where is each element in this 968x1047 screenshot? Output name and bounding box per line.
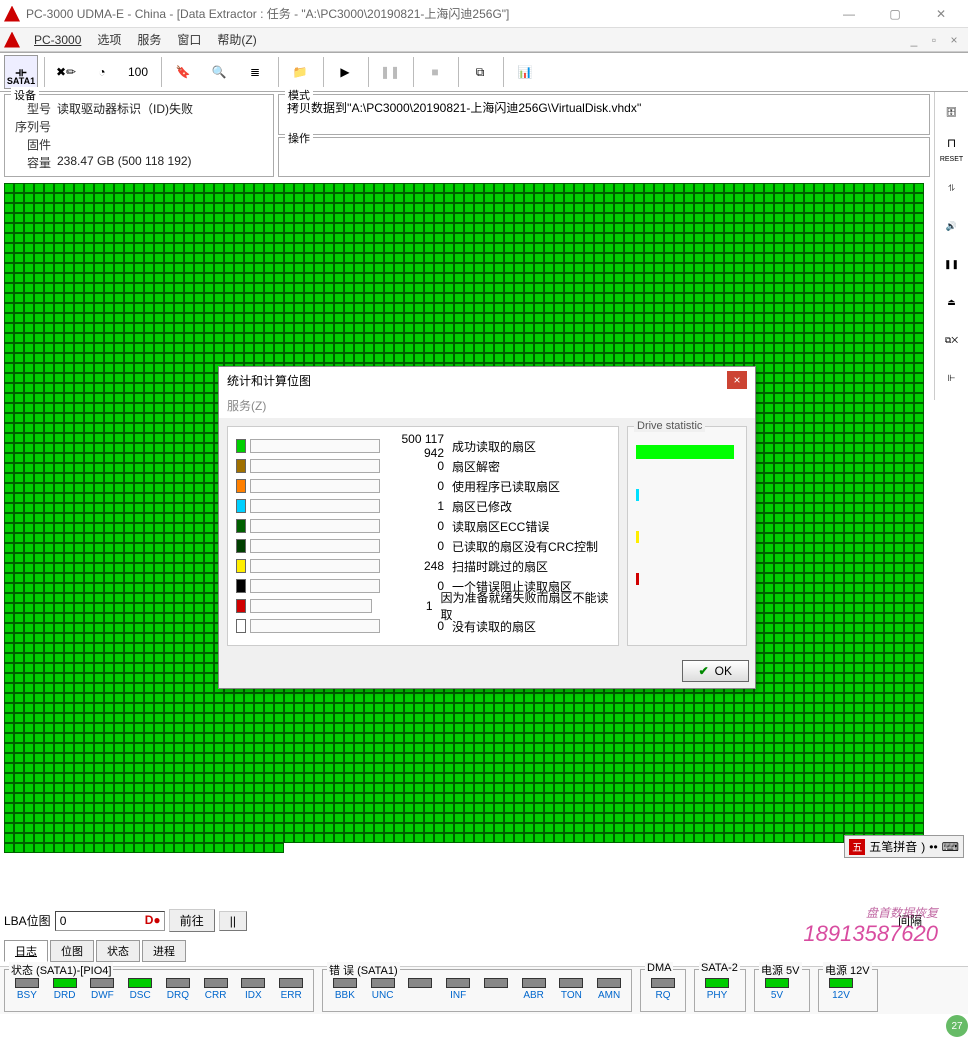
stat-row: 1因为准备就绪失败而扇区不能读取 <box>236 597 610 615</box>
side-eject-icon[interactable]: ⏏ <box>937 286 967 318</box>
ime-keyboard-icon: ⌨ <box>942 840 959 854</box>
ime-text: 五笔拼音 <box>869 838 917 855</box>
side-switch-icon[interactable]: ⥮ <box>937 172 967 204</box>
stat-row: 0扇区解密 <box>236 457 610 475</box>
led-12v <box>829 978 853 988</box>
close-button[interactable]: ✕ <box>918 1 964 27</box>
tool-meter-icon[interactable]: ◔ <box>85 55 119 89</box>
menu-window[interactable]: 窗口 <box>169 31 209 48</box>
stat-row: 0使用程序已读取扇区 <box>236 477 610 495</box>
lba-flag-icon: D● <box>145 913 161 927</box>
stat-row: 1扇区已修改 <box>236 497 610 515</box>
side-sound-icon[interactable]: 🔊 <box>937 210 967 242</box>
led-5v <box>765 978 789 988</box>
tab-bitmap[interactable]: 位图 <box>50 940 94 962</box>
led-rq <box>651 978 675 988</box>
stats-dialog: 统计和计算位图 × 服务(Z) 500 117 942成功读取的扇区 0扇区解密 0… <box>218 366 756 689</box>
side-pause-icon[interactable]: ❚❚ <box>937 248 967 280</box>
maximize-button[interactable]: ▢ <box>872 1 918 27</box>
stat-row: 0已读取的扇区没有CRC控制 <box>236 537 610 555</box>
dialog-stats-list: 500 117 942成功读取的扇区 0扇区解密 0使用程序已读取扇区 1扇区已修改 0… <box>227 426 619 646</box>
status-group-12v: 电源 12V 12V <box>818 969 878 1012</box>
ops-block: 操作 <box>278 137 930 178</box>
tool-sata1[interactable]: ⟛ SATA1 <box>4 55 38 89</box>
check-icon: ✔ <box>699 664 709 678</box>
mdi-close[interactable]: × <box>944 31 964 49</box>
tool-settings-icon[interactable]: ✖✏ <box>49 55 83 89</box>
tab-process[interactable]: 进程 <box>142 940 186 962</box>
dialog-menu[interactable]: 服务(Z) <box>219 393 755 418</box>
dialog-drive-stat: Drive statistic <box>627 426 747 646</box>
device-info: 设备 型号读取驱动器标识（ID)失败 序列号 固件 容量238.47 GB (5… <box>4 94 274 177</box>
side-layers-icon[interactable]: ⧉✕ <box>937 324 967 356</box>
app-icon <box>4 6 20 22</box>
info-panel: 设备 型号读取驱动器标识（ID)失败 序列号 固件 容量238.47 GB (5… <box>0 92 934 179</box>
ime-bar[interactable]: 五 五笔拼音 ) •• ⌨ <box>844 835 964 858</box>
stat-row: 500 117 942成功读取的扇区 <box>236 437 610 455</box>
badge-27: 27 <box>946 1015 968 1037</box>
device-capacity: 238.47 GB (500 118 192) <box>57 154 192 171</box>
tool-stop-icon[interactable]: ■ <box>418 55 452 89</box>
status-group-sata2: SATA-2 PHY <box>694 969 746 1012</box>
menu-service[interactable]: 服务 <box>129 31 169 48</box>
side-disk-icon[interactable]: 🗄 <box>937 96 967 128</box>
tool-chart-icon[interactable]: 📊 <box>508 55 542 89</box>
lba-label: LBA位图 <box>4 912 51 929</box>
goto-button[interactable]: 前往 <box>169 909 215 932</box>
status-group-state: 状态 (SATA1)-[PIO4] BSYDRDDWFDSCDRQCRRIDXE… <box>4 969 314 1012</box>
lba-controls: LBA位图 D● 前往 || 间隔 <box>0 905 934 936</box>
tab-status[interactable]: 状态 <box>96 940 140 962</box>
mdi-restore[interactable]: ▫ <box>924 31 944 49</box>
status-group-error: 错 误 (SATA1) BBKUNCINFABRTONAMN <box>322 969 632 1012</box>
tool-100-icon[interactable]: 100 <box>121 55 155 89</box>
mdi-minimize[interactable]: _ <box>904 31 924 49</box>
dialog-title-bar[interactable]: 统计和计算位图 × <box>219 367 755 393</box>
tool-play-icon[interactable]: ▶ <box>328 55 362 89</box>
mode-block: 模式 拷贝数据到''A:\PC3000\20190821-上海闪迪256G\Vi… <box>278 94 930 135</box>
window-title: PC-3000 UDMA-E - China - [Data Extractor… <box>26 5 826 22</box>
stat-row: 248扫描时跳过的扇区 <box>236 557 610 575</box>
toolbar: ⟛ SATA1 ✖✏ ◔ 100 🔖 🔍 ≣ 📁 ▶ ❚❚ ■ ⧉ 📊 <box>0 52 968 92</box>
mode-text: 拷贝数据到''A:\PC3000\20190821-上海闪迪256G\Virtu… <box>287 101 641 115</box>
right-sidebar: 🗄 ⊓RESET ⥮ 🔊 ❚❚ ⏏ ⧉✕ ⊩ <box>934 92 968 400</box>
menu-options[interactable]: 选项 <box>89 31 129 48</box>
app-icon-small <box>4 32 20 48</box>
side-reset-icon[interactable]: ⊓RESET <box>937 134 967 166</box>
ime-comma-icon: •• <box>929 840 937 854</box>
tool-binoculars-icon[interactable]: 🔍 <box>202 55 236 89</box>
pause-button[interactable]: || <box>219 911 247 931</box>
status-bar: 状态 (SATA1)-[PIO4] BSYDRDDWFDSCDRQCRRIDXE… <box>0 966 968 1014</box>
tool-folder-icon[interactable]: 📁 <box>283 55 317 89</box>
minimize-button[interactable]: — <box>826 1 872 27</box>
ime-icon: 五 <box>849 839 865 855</box>
menu-help[interactable]: 帮助(Z) <box>209 31 264 48</box>
tab-log[interactable]: 日志 <box>4 940 48 962</box>
led-phy <box>705 978 729 988</box>
dialog-close-button[interactable]: × <box>727 371 747 389</box>
side-connector-icon[interactable]: ⊩ <box>937 362 967 394</box>
tool-bookmark-icon[interactable]: 🔖 <box>166 55 200 89</box>
stat-row: 0读取扇区ECC错误 <box>236 517 610 535</box>
menu-app[interactable]: PC-3000 <box>26 33 89 47</box>
tool-pause-icon[interactable]: ❚❚ <box>373 55 407 89</box>
watermark: 盘首数据恢复 18913587620 <box>803 904 938 947</box>
status-group-dma: DMA RQ <box>640 969 686 1012</box>
ime-moon-icon: ) <box>921 840 925 854</box>
device-model: 读取驱动器标识（ID)失败 <box>57 100 193 117</box>
title-bar: PC-3000 UDMA-E - China - [Data Extractor… <box>0 0 968 28</box>
tool-copy-icon[interactable]: ⧉ <box>463 55 497 89</box>
menu-bar: PC-3000 选项 服务 窗口 帮助(Z) _ ▫ × <box>0 28 968 52</box>
dialog-ok-button[interactable]: ✔ OK <box>682 660 749 682</box>
dialog-title: 统计和计算位图 <box>227 372 311 389</box>
tool-list-icon[interactable]: ≣ <box>238 55 272 89</box>
status-group-5v: 电源 5V 5V <box>754 969 810 1012</box>
